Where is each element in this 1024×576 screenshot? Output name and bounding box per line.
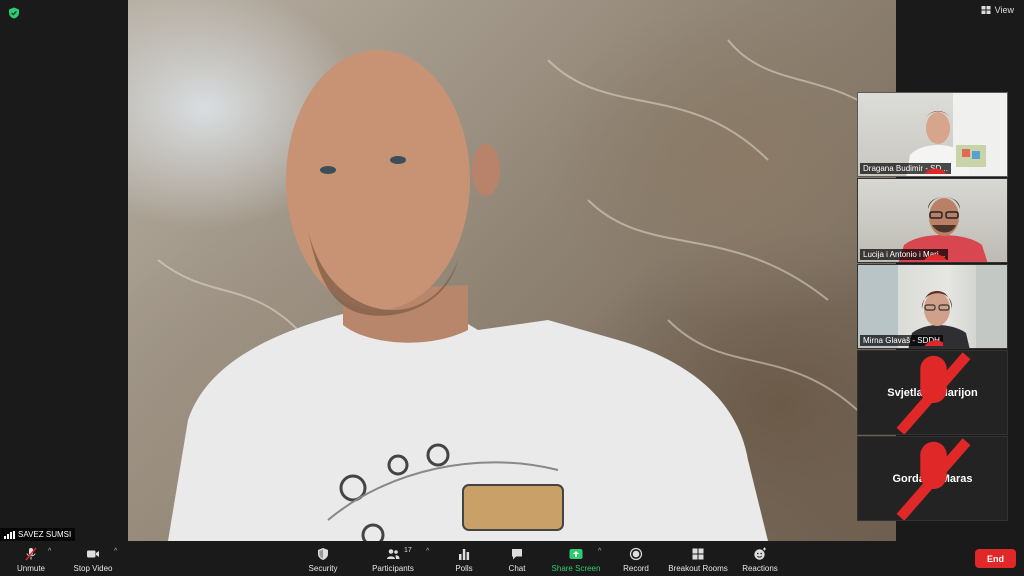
view-label: View <box>994 5 1014 15</box>
speaker-figure <box>157 39 889 541</box>
stop-video-button[interactable]: Stop Video <box>70 541 116 576</box>
people-icon <box>387 549 400 559</box>
grid-icon <box>981 6 991 14</box>
breakout-rooms-button[interactable]: Breakout Rooms <box>666 541 730 576</box>
security-button[interactable]: Security <box>305 541 341 576</box>
active-speaker-name-tag: SAVEZ SUMSI <box>0 528 76 541</box>
meeting-toolbar: Unmute ^ Stop Video ^ Security Participa… <box>0 541 1024 576</box>
mic-muted-icon <box>25 547 37 561</box>
participant-tile[interactable]: Dragana Budimir - SD... <box>857 92 1008 177</box>
share-screen-button[interactable]: Share Screen <box>550 541 602 576</box>
bar-chart-icon <box>459 549 470 560</box>
participants-count-badge: 17 <box>404 547 412 554</box>
participant-tile[interactable]: Gordana Maras <box>857 436 1008 521</box>
record-button[interactable]: Record <box>620 541 652 576</box>
record-icon <box>629 547 643 561</box>
participant-gallery: Dragana Budimir - SD... Lucija i Antonio… <box>857 92 1009 522</box>
mic-muted-icon <box>896 352 971 434</box>
mic-muted-icon <box>896 438 971 520</box>
share-options-caret[interactable]: ^ <box>598 548 601 555</box>
grid-squares-icon <box>692 548 704 560</box>
view-button[interactable]: View <box>981 5 1014 15</box>
video-camera-icon <box>87 550 99 558</box>
participant-name-tag: Dragana Budimir - SD... <box>860 163 951 174</box>
participant-tile[interactable]: Lucija i Antonio i Mari... <box>857 178 1008 263</box>
reactions-button[interactable]: Reactions <box>740 541 780 576</box>
share-arrow-icon <box>569 549 583 559</box>
shield-icon <box>318 548 328 560</box>
emoji-icon <box>754 547 766 560</box>
unmute-button[interactable]: Unmute <box>12 541 50 576</box>
zoom-meeting-window: View SAVEZ SUMSI Dragana Budimir - SD...… <box>0 0 1024 576</box>
mic-muted-icon <box>924 340 943 346</box>
participant-tile[interactable]: Mirna Glavaš - SDDH <box>857 264 1008 349</box>
active-speaker-name: SAVEZ SUMSI <box>18 530 72 539</box>
shield-check-icon[interactable] <box>8 7 20 19</box>
participant-name-tag: Lucija i Antonio i Mari... <box>860 249 949 260</box>
active-speaker-video[interactable] <box>128 0 896 541</box>
chat-bubble-icon <box>512 549 522 560</box>
audio-options-caret[interactable]: ^ <box>48 548 51 555</box>
polls-button[interactable]: Polls <box>450 541 478 576</box>
participant-tile[interactable]: Svjetlana Marijon <box>857 350 1008 435</box>
chat-button[interactable]: Chat <box>504 541 530 576</box>
end-meeting-button[interactable]: End <box>975 549 1016 568</box>
video-options-caret[interactable]: ^ <box>114 548 117 555</box>
signal-strength-icon <box>4 530 15 539</box>
participant-name-tag: Mirna Glavaš - SDDH <box>860 335 943 346</box>
mic-muted-icon <box>924 168 947 174</box>
participants-options-caret[interactable]: ^ <box>426 548 429 555</box>
mic-muted-icon <box>924 254 947 260</box>
